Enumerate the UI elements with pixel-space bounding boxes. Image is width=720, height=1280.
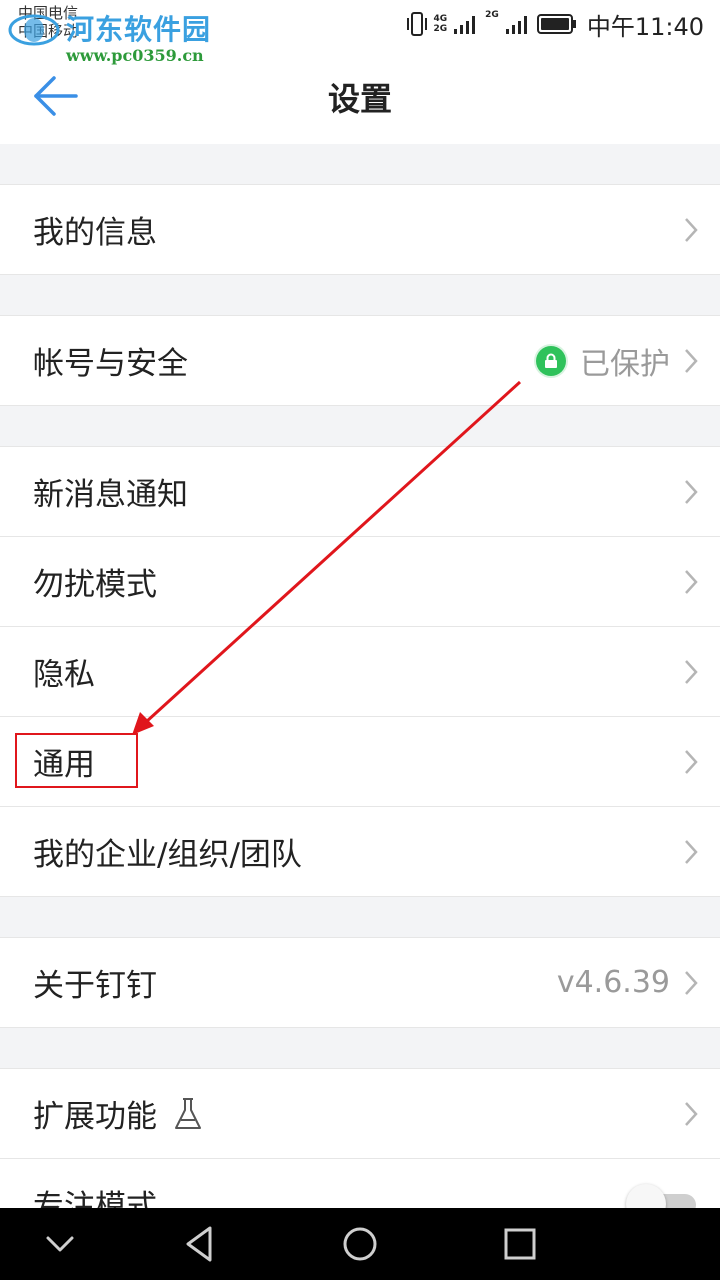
section-gap [0, 1028, 720, 1068]
watermark-title: 河东软件园 [66, 13, 212, 46]
status-icons: 4G 2G 2G 中午11:40 [406, 8, 704, 41]
chevron-right-icon [685, 569, 698, 594]
chevron-right-icon [685, 839, 698, 864]
row-label: 帐号与安全 [33, 346, 188, 382]
settings-group-general: 新消息通知 勿扰模式 隐私 通用 我的企业/组织/团队 [0, 446, 720, 897]
settings-group-about: 关于钉钉 v4.6.39 [0, 937, 720, 1028]
row-right: 已保护 [536, 316, 698, 405]
section-gap [0, 406, 720, 446]
network-label-2: 2G [433, 24, 448, 34]
row-privacy[interactable]: 隐私 [0, 626, 720, 716]
row-right [684, 447, 698, 536]
row-label: 隐私 [33, 657, 95, 693]
lock-icon [536, 345, 566, 376]
row-right [684, 807, 698, 896]
row-right [684, 717, 698, 806]
row-right [684, 1069, 698, 1158]
row-right [684, 185, 698, 274]
status-bar: 中国电信 中国移动 河东软件园 4G 2G 2G 中午11:40 [0, 0, 720, 50]
network-type: 4G 2G [434, 14, 448, 34]
chevron-right-icon [685, 749, 698, 774]
app-version: v4.6.39 [556, 965, 670, 1000]
row-do-not-disturb[interactable]: 勿扰模式 [0, 536, 720, 626]
battery-icon [536, 14, 576, 34]
row-label: 我的企业/组织/团队 [33, 837, 302, 873]
security-status: 已保护 [580, 346, 670, 382]
row-label: 勿扰模式 [33, 567, 157, 603]
recent-apps-icon[interactable] [498, 1222, 542, 1266]
row-right [684, 627, 698, 716]
watermark-url: www.pc0359.cn [66, 46, 204, 65]
chevron-right-icon [685, 1101, 698, 1126]
row-extensions[interactable]: 扩展功能 [0, 1069, 720, 1158]
row-about-dingtalk[interactable]: 关于钉钉 v4.6.39 [0, 938, 720, 1027]
chevron-right-icon [685, 659, 698, 684]
row-my-info[interactable]: 我的信息 [0, 185, 720, 274]
network-label-1: 4G [433, 14, 448, 24]
row-label: 我的信息 [33, 215, 157, 251]
section-gap [0, 897, 720, 937]
system-nav-bar [0, 1208, 720, 1280]
page-title: 设置 [327, 80, 392, 118]
row-right [684, 537, 698, 626]
row-new-message-notification[interactable]: 新消息通知 [0, 447, 720, 536]
row-label: 新消息通知 [33, 477, 188, 513]
settings-group-profile: 我的信息 [0, 184, 720, 275]
annotation-highlight-box [15, 733, 138, 788]
chevron-right-icon [685, 970, 698, 995]
status-time: 中午11:40 [586, 12, 704, 41]
settings-list: 我的信息 帐号与安全 已保护 新消息通知 勿扰模式 隐私 通用 我的企业/组织/… [0, 144, 720, 1249]
chevron-right-icon [685, 217, 698, 242]
vibrate-icon [406, 12, 427, 36]
flask-icon [175, 1097, 201, 1129]
row-label: 扩展功能 [33, 1099, 157, 1135]
watermark-logo-icon [8, 14, 60, 46]
row-my-organization[interactable]: 我的企业/组织/团队 [0, 806, 720, 896]
signal-icon-1 [454, 16, 476, 34]
row-right: v4.6.39 [557, 938, 698, 1027]
signal-icon-2 [505, 16, 527, 34]
section-gap [0, 144, 720, 184]
row-label: 关于钉钉 [33, 968, 157, 1004]
network-label-3: 2G [485, 10, 499, 20]
chevron-right-icon [685, 479, 698, 504]
settings-group-account: 帐号与安全 已保护 [0, 315, 720, 406]
home-circle-icon[interactable] [338, 1222, 382, 1266]
chevron-right-icon [685, 348, 698, 373]
back-triangle-icon[interactable] [178, 1222, 222, 1266]
row-account-security[interactable]: 帐号与安全 已保护 [0, 316, 720, 405]
hide-keyboard-icon[interactable] [38, 1222, 82, 1266]
section-gap [0, 275, 720, 315]
